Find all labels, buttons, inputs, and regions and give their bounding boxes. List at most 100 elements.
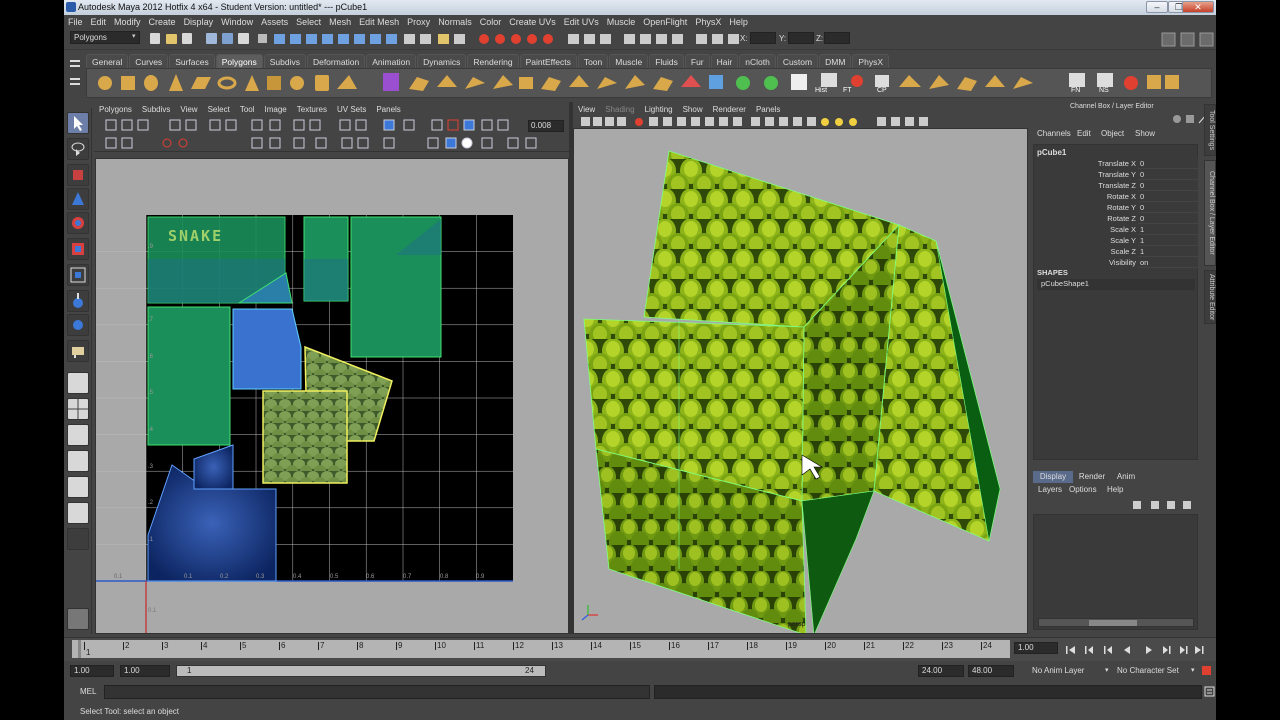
move-tool-icon[interactable]	[67, 188, 89, 210]
channel-row[interactable]: Scale Y1	[1034, 235, 1199, 246]
outliner-layout-icon[interactable]	[67, 424, 89, 446]
channel-box-header-icons[interactable]	[1169, 112, 1209, 126]
channel-value[interactable]: 1	[1138, 224, 1198, 235]
mel-label[interactable]: MEL	[80, 686, 96, 698]
layer-editor-icons[interactable]	[1121, 498, 1201, 512]
vp-menu-renderer[interactable]: Renderer	[708, 103, 751, 117]
menu-color[interactable]: Color	[476, 15, 506, 29]
channel-row[interactable]: Scale X1	[1034, 224, 1199, 235]
lasso-tool-icon[interactable]	[67, 138, 89, 160]
layer-tab-display[interactable]: Display	[1033, 471, 1073, 483]
uv-menu-tool[interactable]: Tool	[235, 103, 260, 117]
perspective-viewport[interactable]: persp	[573, 128, 1028, 634]
layer-scrollbar-thumb[interactable]	[1089, 620, 1137, 626]
menu-physx[interactable]: PhysX	[691, 15, 725, 29]
start-time-field[interactable]: 1.00	[70, 665, 114, 677]
vp-menu-lighting[interactable]: Lighting	[640, 103, 678, 117]
uv-menu-select[interactable]: Select	[203, 103, 235, 117]
four-pane-layout-icon[interactable]	[67, 398, 89, 420]
close-button[interactable]: ✕	[1182, 1, 1214, 13]
layer-tab-render[interactable]: Render	[1077, 471, 1107, 483]
channel-value[interactable]: 1	[1138, 246, 1198, 257]
paint-select-tool-icon[interactable]	[67, 164, 89, 186]
scale-tool-icon[interactable]	[67, 238, 89, 260]
status-line-icons[interactable]	[148, 30, 808, 50]
end-time-field[interactable]: 48.00	[968, 665, 1014, 677]
menu-window[interactable]: Window	[217, 15, 257, 29]
vp-menu-view[interactable]: View	[573, 103, 600, 117]
channel-value[interactable]: 0	[1138, 158, 1198, 169]
channel-row[interactable]: Rotate X0	[1034, 191, 1199, 202]
shelf-tab-fluids[interactable]: Fluids	[649, 54, 684, 69]
rotate-tool-icon[interactable]	[67, 212, 89, 234]
menu-create-uvs[interactable]: Create UVs	[505, 15, 560, 29]
single-pane-layout-icon[interactable]	[67, 372, 89, 394]
uv-menu-image[interactable]: Image	[260, 103, 292, 117]
shelf-tab-polygons[interactable]: Polygons	[215, 54, 263, 69]
menu-display[interactable]: Display	[180, 15, 218, 29]
more-layouts-icon[interactable]	[67, 528, 89, 550]
playback-end-field[interactable]: 24.00	[918, 665, 964, 677]
uv-menu-uv-sets[interactable]: UV Sets	[332, 103, 371, 117]
channel-value[interactable]: 1	[1138, 235, 1198, 246]
soft-mod-tool-icon[interactable]	[67, 290, 89, 312]
shelf-tab-animation[interactable]: Animation	[366, 54, 417, 69]
channel-row[interactable]: Scale Z1	[1034, 246, 1199, 257]
anim-layer-dropdown[interactable]: No Anim Layer	[1032, 665, 1084, 677]
channel-value[interactable]: 0	[1138, 202, 1198, 213]
channel-value[interactable]: on	[1138, 257, 1198, 268]
character-set-dropdown[interactable]: No Character Set	[1117, 665, 1179, 677]
menu-create[interactable]: Create	[145, 15, 180, 29]
playback-controls[interactable]	[1064, 643, 1210, 657]
cb-menu-channels[interactable]: Channels	[1037, 128, 1071, 140]
channel-row[interactable]: Translate X0	[1034, 158, 1199, 169]
cb-menu-show[interactable]: Show	[1135, 128, 1155, 140]
layer-menu-help[interactable]: Help	[1107, 484, 1123, 496]
menu-assets[interactable]: Assets	[257, 15, 292, 29]
side-tab-channel-box[interactable]: Channel Box / Layer Editor	[1204, 160, 1216, 266]
vp-menu-show[interactable]: Show	[678, 103, 708, 117]
shelf-tab-ncloth[interactable]: nCloth	[739, 54, 776, 69]
shelf-options-icon[interactable]	[68, 56, 82, 96]
layer-menu-layers[interactable]: Layers	[1038, 484, 1062, 496]
animation-preferences-icon[interactable]	[1200, 664, 1214, 678]
z-coord-field[interactable]	[824, 32, 850, 44]
manipulator-tool-icon[interactable]	[67, 264, 89, 286]
channel-value[interactable]: 0	[1138, 169, 1198, 180]
menu-proxy[interactable]: Proxy	[403, 15, 434, 29]
shelf-tab-curves[interactable]: Curves	[129, 54, 169, 69]
menu-select[interactable]: Select	[292, 15, 325, 29]
side-tab-attribute-editor[interactable]: Attribute Editor	[1204, 270, 1216, 324]
cow-tool-icon[interactable]	[67, 340, 89, 362]
channel-value[interactable]: 0	[1138, 191, 1198, 202]
range-slider[interactable]: 1 24	[176, 665, 546, 677]
time-slider[interactable]: 1 2 3 4 5 6 7 8 9 10 11 12 13 14 15 16 1…	[64, 637, 1216, 661]
channel-row[interactable]: Rotate Y0	[1034, 202, 1199, 213]
mel-command-input[interactable]	[104, 685, 650, 699]
side-tab-tool-settings[interactable]: Tool Settings	[1204, 104, 1216, 156]
hypershade-layout-icon[interactable]	[67, 476, 89, 498]
uv-menu-subdivs[interactable]: Subdivs	[137, 103, 175, 117]
menu-muscle[interactable]: Muscle	[603, 15, 640, 29]
current-frame-field[interactable]: 1.00	[1014, 642, 1058, 654]
current-time-marker[interactable]	[78, 640, 81, 658]
uv-menu-panels[interactable]: Panels	[371, 103, 405, 117]
channel-row[interactable]: Translate Y0	[1034, 169, 1199, 180]
cb-menu-object[interactable]: Object	[1101, 128, 1124, 140]
shelf-tab-general[interactable]: General	[86, 54, 129, 69]
menu-mesh[interactable]: Mesh	[325, 15, 355, 29]
menu-file[interactable]: File	[64, 15, 87, 29]
tool-settings-icon[interactable]	[67, 608, 89, 630]
channel-value[interactable]: 0	[1138, 180, 1198, 191]
shelf-tab-rendering[interactable]: Rendering	[467, 54, 519, 69]
playback-start-field[interactable]: 1.00	[120, 665, 170, 677]
layer-menu-options[interactable]: Options	[1069, 484, 1097, 496]
uv-step-field[interactable]: 0.008	[528, 120, 564, 132]
menu-edit-uvs[interactable]: Edit UVs	[560, 15, 603, 29]
layout-toggle-icons[interactable]	[1160, 32, 1216, 48]
layer-list[interactable]	[1033, 514, 1198, 630]
uv-toolbar-icons[interactable]	[94, 116, 570, 152]
shape-row[interactable]: pCubeShape1	[1037, 279, 1195, 290]
menu-normals[interactable]: Normals	[434, 15, 476, 29]
cb-menu-edit[interactable]: Edit	[1077, 128, 1091, 140]
